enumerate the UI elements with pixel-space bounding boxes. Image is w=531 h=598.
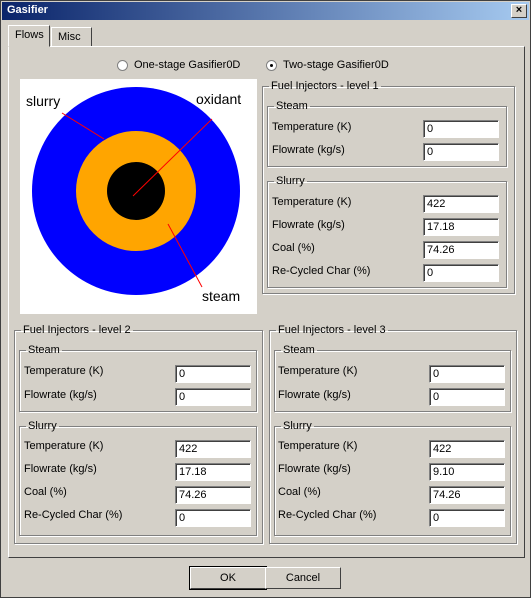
level2-slurry-flowrate-label: Flowrate (kg/s) bbox=[24, 463, 97, 475]
level1-slurry-char-label: Re-Cycled Char (%) bbox=[272, 265, 371, 277]
level2-steam-flowrate-label: Flowrate (kg/s) bbox=[24, 389, 97, 401]
level1-title: Fuel Injectors - level 1 bbox=[271, 80, 379, 92]
level1-slurry-temperature-input[interactable] bbox=[423, 195, 499, 213]
close-button[interactable]: × bbox=[511, 4, 527, 18]
slurry-label: slurry bbox=[26, 93, 60, 109]
level1-slurry-flowrate-input[interactable] bbox=[423, 218, 499, 236]
oxidant-core bbox=[107, 162, 165, 220]
steam-label: steam bbox=[202, 288, 240, 304]
level3-slurry-title: Slurry bbox=[283, 420, 312, 432]
cancel-button[interactable]: Cancel bbox=[265, 567, 341, 589]
level3-steam-temperature-label: Temperature (K) bbox=[278, 365, 358, 377]
radio-on-icon bbox=[266, 59, 277, 71]
one-stage-radio[interactable]: One-stage Gasifier0D bbox=[117, 59, 240, 71]
level1-slurry-coal-label: Coal (%) bbox=[272, 242, 315, 254]
level2-slurry-char-input[interactable] bbox=[175, 509, 251, 527]
level1-slurry-temperature-label: Temperature (K) bbox=[272, 196, 352, 208]
level3-steam-temperature-input[interactable] bbox=[429, 365, 505, 383]
level2-steam-title: Steam bbox=[28, 344, 60, 356]
level2-slurry-coal-input[interactable] bbox=[175, 486, 251, 504]
level1-steam-title: Steam bbox=[276, 100, 308, 112]
tab-flows[interactable]: Flows bbox=[8, 25, 50, 47]
level3-slurry-flowrate-label: Flowrate (kg/s) bbox=[278, 463, 351, 475]
level3-slurry-coal-label: Coal (%) bbox=[278, 486, 321, 498]
level1-steam-temperature-input[interactable] bbox=[423, 120, 499, 138]
level2-slurry-char-label: Re-Cycled Char (%) bbox=[24, 509, 123, 521]
level1-steam-temperature-label: Temperature (K) bbox=[272, 121, 352, 133]
level3-steam-title: Steam bbox=[283, 344, 315, 356]
level2-steam-flowrate-input[interactable] bbox=[175, 388, 251, 406]
level3-slurry-flowrate-input[interactable] bbox=[429, 463, 505, 481]
level1-slurry-title: Slurry bbox=[276, 175, 305, 187]
injector-rings-svg: slurry oxidant steam bbox=[26, 87, 241, 304]
level3-title: Fuel Injectors - level 3 bbox=[278, 324, 386, 336]
level2-slurry-temperature-input[interactable] bbox=[175, 440, 251, 458]
level3-steam-flowrate-input[interactable] bbox=[429, 388, 505, 406]
level2-steam-temperature-label: Temperature (K) bbox=[24, 365, 104, 377]
level2-slurry-title: Slurry bbox=[28, 420, 57, 432]
tab-flows-label: Flows bbox=[15, 29, 44, 41]
one-stage-label: One-stage Gasifier0D bbox=[134, 59, 241, 71]
level1-slurry-char-input[interactable] bbox=[423, 264, 499, 282]
two-stage-radio[interactable]: Two-stage Gasifier0D bbox=[266, 59, 389, 71]
gasifier-dialog: Gasifier × Flows Misc One-stage Gasifier… bbox=[0, 0, 531, 598]
level1-steam-flowrate-input[interactable] bbox=[423, 143, 499, 161]
oxidant-label: oxidant bbox=[196, 91, 241, 107]
close-icon: × bbox=[515, 4, 523, 16]
level2-title: Fuel Injectors - level 2 bbox=[23, 324, 131, 336]
tab-misc[interactable]: Misc bbox=[51, 27, 92, 47]
level3-steam-flowrate-label: Flowrate (kg/s) bbox=[278, 389, 351, 401]
level2-slurry-coal-label: Coal (%) bbox=[24, 486, 67, 498]
level1-slurry-coal-input[interactable] bbox=[423, 241, 499, 259]
tab-misc-label: Misc bbox=[58, 31, 81, 43]
level2-steam-temperature-input[interactable] bbox=[175, 365, 251, 383]
two-stage-label: Two-stage Gasifier0D bbox=[283, 59, 389, 71]
level2-slurry-flowrate-input[interactable] bbox=[175, 463, 251, 481]
window-title: Gasifier bbox=[7, 4, 48, 16]
title-bar[interactable]: Gasifier × bbox=[2, 2, 529, 20]
ok-button[interactable]: OK bbox=[189, 566, 267, 590]
level1-steam-flowrate-label: Flowrate (kg/s) bbox=[272, 144, 345, 156]
level1-slurry-flowrate-label: Flowrate (kg/s) bbox=[272, 219, 345, 231]
level3-slurry-temperature-input[interactable] bbox=[429, 440, 505, 458]
radio-off-icon bbox=[117, 59, 128, 71]
level2-slurry-temperature-label: Temperature (K) bbox=[24, 440, 104, 452]
injector-diagram: slurry oxidant steam bbox=[20, 79, 257, 314]
level3-slurry-coal-input[interactable] bbox=[429, 486, 505, 504]
level3-slurry-char-input[interactable] bbox=[429, 509, 505, 527]
level3-slurry-char-label: Re-Cycled Char (%) bbox=[278, 509, 377, 521]
level3-slurry-temperature-label: Temperature (K) bbox=[278, 440, 358, 452]
